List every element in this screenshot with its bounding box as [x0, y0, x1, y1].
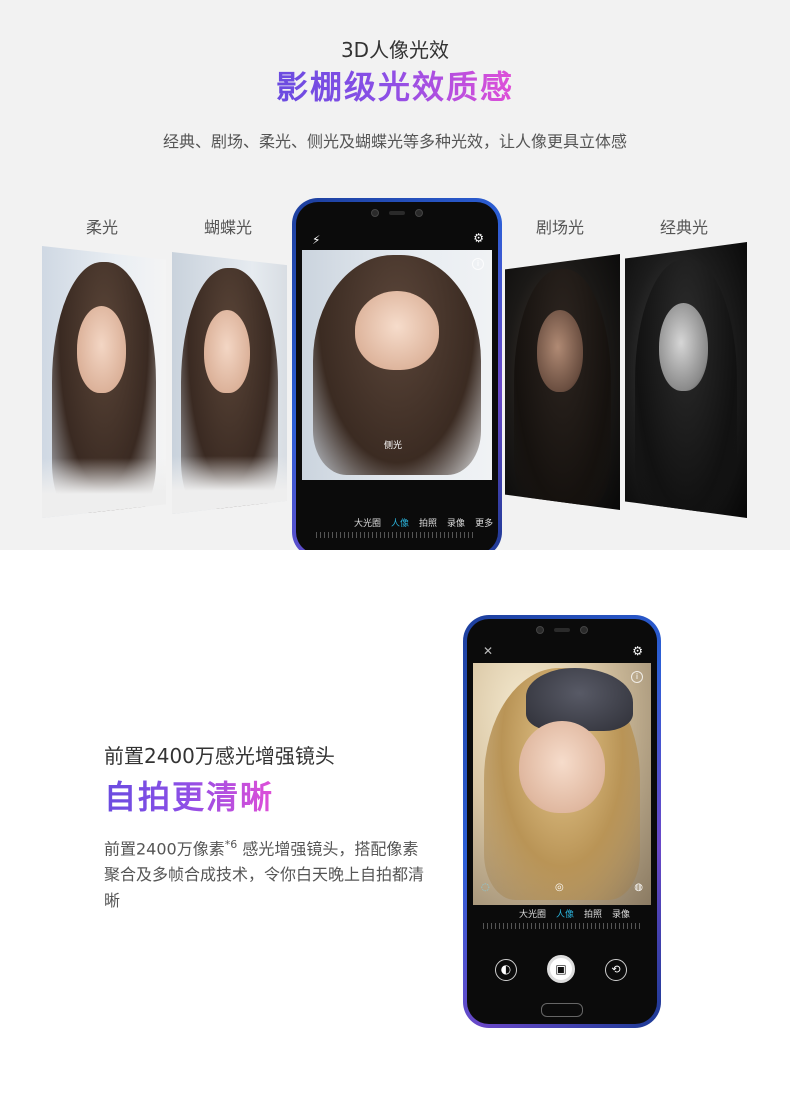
- label-theater-light: 剧场光: [536, 218, 585, 237]
- flash-icon[interactable]: ⚡: [312, 234, 320, 246]
- portrait-face: [76, 305, 127, 393]
- flash-off-icon[interactable]: ✕: [483, 645, 493, 657]
- shutter-button[interactable]: ▣: [547, 955, 575, 983]
- portrait-theater-light: [505, 254, 620, 510]
- phone-notch: [371, 208, 423, 218]
- phone-notch: [536, 625, 588, 635]
- label-soft-light: 柔光: [86, 218, 119, 237]
- mode-portrait[interactable]: 人像: [556, 907, 574, 920]
- portrait-face: [204, 309, 251, 394]
- gallery-icon[interactable]: ◐: [495, 959, 517, 981]
- camera-lens-icon: [371, 209, 379, 217]
- viewfinder-face: [519, 721, 605, 814]
- label-butterfly-light: 蝴蝶光: [204, 218, 253, 237]
- effect-center-icon[interactable]: ◎: [555, 883, 564, 893]
- section2-title: 自拍更清晰: [104, 772, 274, 818]
- section-front-camera: [0, 550, 790, 1102]
- section1-title: 影棚级光效质感: [0, 62, 790, 108]
- sensor-icon: [415, 209, 423, 217]
- phone-screen-frame: ✕ ⚙ i ◌ ◎ ◍ 大光圈 人像 拍照 录像 ◐ ▣ ⟲: [467, 619, 657, 1024]
- mode-photo[interactable]: 拍照: [419, 516, 437, 529]
- sensor-icon: [580, 626, 588, 634]
- settings-gear-icon[interactable]: ⚙: [632, 645, 643, 657]
- desc-part-1: 前置2400万像素: [104, 839, 225, 859]
- phone-screen-frame: ⚡ ⚙ i 侧光 大光圈 人像 拍照 录像 更多: [296, 202, 498, 554]
- mode-video[interactable]: 录像: [447, 516, 465, 529]
- mode-aperture[interactable]: 大光圈: [519, 907, 546, 920]
- info-icon[interactable]: i: [631, 671, 643, 683]
- settings-gear-icon[interactable]: ⚙: [473, 232, 484, 244]
- camera-lens-icon: [536, 626, 544, 634]
- earpiece-icon: [389, 211, 405, 215]
- selfie-viewfinder[interactable]: i ◌ ◎ ◍: [473, 663, 651, 905]
- section1-title-text: 影棚级光效质感: [275, 68, 514, 106]
- bokeh-icon[interactable]: ◍: [634, 883, 643, 893]
- mode-photo[interactable]: 拍照: [584, 907, 602, 920]
- section1-subtitle: 3D人像光效: [340, 38, 450, 62]
- section2-title-text: 自拍更清晰: [104, 778, 275, 816]
- mode-portrait[interactable]: 人像: [391, 516, 409, 529]
- viewfinder-face: [355, 291, 439, 370]
- section1-description: 经典、剧场、柔光、侧光及蝴蝶光等多种光效，让人像更具立体感: [162, 132, 627, 151]
- mode-more[interactable]: 更多: [475, 516, 493, 529]
- beauty-icon[interactable]: ◌: [481, 883, 490, 893]
- effect-name-label: 侧光: [384, 441, 403, 451]
- switch-camera-icon[interactable]: ⟲: [605, 959, 627, 981]
- camera-mode-bar[interactable]: 大光圈 人像 拍照 录像: [519, 907, 630, 920]
- home-button[interactable]: [541, 1003, 583, 1017]
- phone-rear-camera: ⚡ ⚙ i 侧光 大光圈 人像 拍照 录像 更多: [292, 198, 502, 558]
- mode-video[interactable]: 录像: [612, 907, 630, 920]
- portrait-face: [537, 310, 584, 393]
- portrait-face: [659, 302, 708, 392]
- portrait-soft-light: [42, 246, 166, 518]
- portrait-classic-light: [625, 242, 747, 518]
- label-classic-light: 经典光: [660, 218, 709, 237]
- camera-viewfinder[interactable]: i 侧光: [302, 250, 492, 480]
- section2-description: 前置2400万像素*6 感光增强镜头，搭配像素聚合及多帧合成技术，令你白天晚上自…: [104, 832, 424, 914]
- viewfinder-beanie: [526, 667, 634, 731]
- camera-mode-bar[interactable]: 大光圈 人像 拍照 录像 更多: [354, 516, 493, 529]
- mode-aperture[interactable]: 大光圈: [354, 516, 381, 529]
- info-icon[interactable]: i: [472, 258, 484, 270]
- section2-subtitle: 前置2400万感光增强镜头: [104, 744, 335, 768]
- zoom-ruler[interactable]: [316, 532, 476, 538]
- zoom-ruler[interactable]: [483, 923, 641, 929]
- portrait-butterfly-light: [172, 252, 287, 514]
- footnote-marker: *6: [224, 838, 238, 851]
- earpiece-icon: [554, 628, 570, 632]
- phone-selfie-camera: ✕ ⚙ i ◌ ◎ ◍ 大光圈 人像 拍照 录像 ◐ ▣ ⟲: [463, 615, 661, 1028]
